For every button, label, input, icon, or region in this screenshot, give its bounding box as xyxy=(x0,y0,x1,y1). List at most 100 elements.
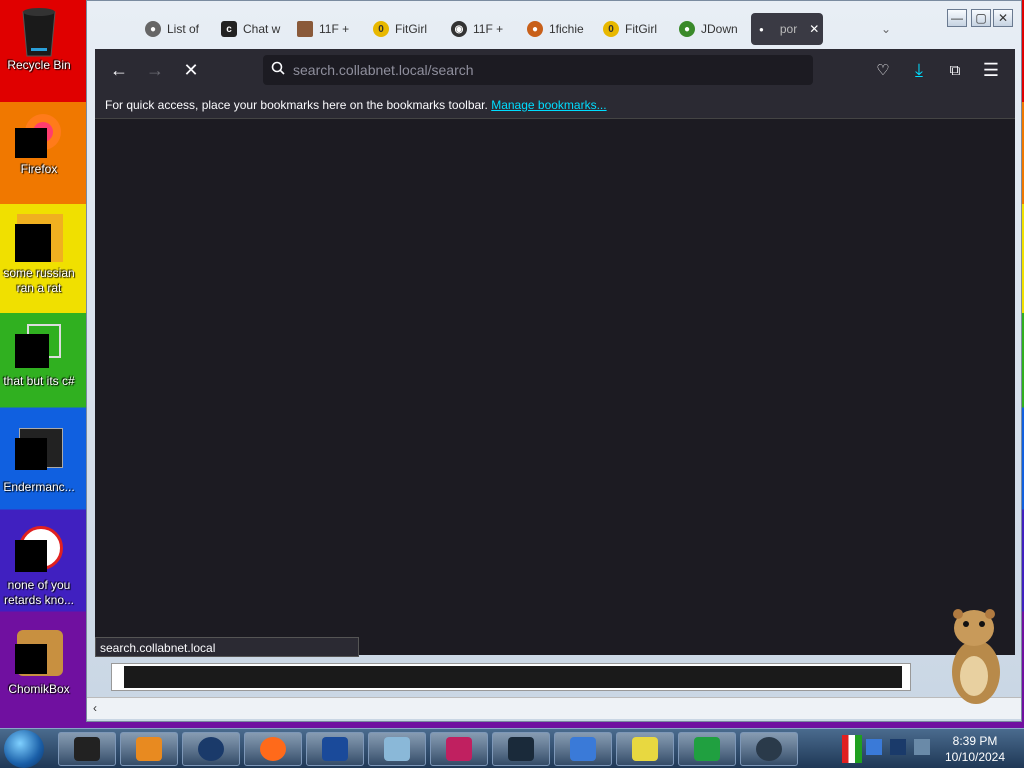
taskbar-app-3[interactable] xyxy=(182,732,240,766)
tab-label: List of xyxy=(167,22,200,36)
desktop-icon-csharp[interactable]: that but its c# xyxy=(0,322,78,389)
loading-dot-icon: ● xyxy=(759,24,764,34)
tab-list-of[interactable]: ● List of xyxy=(145,13,215,45)
desktop-icon-firefox[interactable]: Firefox xyxy=(0,110,78,177)
fitgirl-icon: 0 xyxy=(373,21,389,37)
browser-window: ● List of c Chat w 11F + 0 FitGirl ◉ 11F… xyxy=(86,0,1022,722)
app-icon xyxy=(198,737,224,761)
start-button[interactable] xyxy=(4,730,44,768)
tray-app-icon[interactable] xyxy=(866,739,882,755)
gamepad-icon: ◉ xyxy=(451,21,467,37)
maximize-icon: ▢ xyxy=(975,11,987,25)
pocket-icon: ♡ xyxy=(876,62,890,79)
background-window xyxy=(111,663,911,691)
tray-network-icon[interactable] xyxy=(890,739,906,755)
desktop-icon-recycle-bin[interactable]: Recycle Bin xyxy=(0,6,78,73)
app-icon xyxy=(74,737,100,761)
desktop-icon-label: some russian ran a rat xyxy=(3,266,75,295)
app-icon xyxy=(570,737,596,761)
tab-jdownloader[interactable]: ● JDown xyxy=(679,13,749,45)
desktop-icon-label: Recycle Bin xyxy=(7,58,71,72)
tab-active[interactable]: ● por ✕ xyxy=(751,13,823,45)
taskbar-firefox[interactable] xyxy=(244,732,302,766)
clock-time: 8:39 PM xyxy=(952,734,998,748)
shield-icon xyxy=(694,737,720,761)
maximize-button[interactable]: ▢ xyxy=(971,9,991,27)
tab-11f[interactable]: 11F + xyxy=(297,13,367,45)
taskbar-app-6[interactable] xyxy=(368,732,426,766)
tab-label: 11F + xyxy=(473,22,504,36)
chat-icon: c xyxy=(221,21,237,37)
taskbar-security[interactable] xyxy=(678,732,736,766)
desktop-icon-endermanch[interactable]: Endermanc... xyxy=(0,428,78,495)
menu-button[interactable]: ☰ xyxy=(979,59,1003,81)
clock[interactable]: 8:39 PM 10/10/2024 xyxy=(940,733,1010,765)
app-icon xyxy=(632,737,658,761)
desktop-icon-label: that but its c# xyxy=(3,374,75,388)
downloads-button[interactable]: ⤓ xyxy=(907,59,931,81)
github-icon: ● xyxy=(145,21,161,37)
close-tab-icon[interactable]: ✕ xyxy=(809,22,819,36)
app-icon xyxy=(508,737,534,761)
tray-volume-icon[interactable] xyxy=(914,739,930,755)
back-arrow-icon: ← xyxy=(110,59,128,80)
page-content xyxy=(95,119,1015,655)
tab-label: 11F + xyxy=(319,22,350,36)
status-bar: search.collabnet.local xyxy=(95,637,359,657)
extensions-button[interactable]: ⧉ xyxy=(943,59,967,81)
tab-1fichier[interactable]: ● 1fichie xyxy=(527,13,597,45)
app-icon xyxy=(384,737,410,761)
forward-arrow-icon: → xyxy=(146,59,164,80)
fichier-icon: ● xyxy=(527,21,543,37)
desktop-icon-chomikbox[interactable]: ChomikBox xyxy=(0,630,78,697)
back-button[interactable]: ← xyxy=(107,59,131,81)
app-icon xyxy=(322,737,348,761)
url-input[interactable] xyxy=(293,62,793,78)
media-player-icon xyxy=(136,737,162,761)
stop-button[interactable]: ✕ xyxy=(179,59,203,81)
taskbar-media-player[interactable] xyxy=(120,732,178,766)
horizontal-scrollbar[interactable]: ‹ xyxy=(87,697,1021,719)
firefox-icon xyxy=(260,737,286,761)
search-icon xyxy=(263,61,293,79)
url-bar[interactable] xyxy=(263,55,813,85)
clock-date: 10/10/2024 xyxy=(944,750,1006,764)
fitgirl-icon: 0 xyxy=(603,21,619,37)
taskbar-app-7[interactable] xyxy=(430,732,488,766)
taskbar-app-9[interactable] xyxy=(554,732,612,766)
desktop-icon-russian[interactable]: some russian ran a rat xyxy=(0,214,78,296)
scroll-left-icon[interactable]: ‹ xyxy=(93,701,97,715)
desktop-icon-label: ChomikBox xyxy=(8,682,70,696)
tab-fitgirl[interactable]: 0 FitGirl xyxy=(373,13,443,45)
bookmarks-toolbar: For quick access, place your bookmarks h… xyxy=(95,91,1015,119)
tab-label: por xyxy=(779,22,798,36)
tab-11f-2[interactable]: ◉ 11F + xyxy=(451,13,521,45)
taskbar-app-12[interactable] xyxy=(740,732,798,766)
taskbar-app-10[interactable] xyxy=(616,732,674,766)
tray-flag-icon[interactable] xyxy=(842,735,862,763)
hamburger-menu-icon: ☰ xyxy=(982,59,1000,80)
minimize-button[interactable]: — xyxy=(947,9,967,27)
jdownloader-icon: ● xyxy=(679,21,695,37)
window-icon xyxy=(15,428,63,476)
tab-label: JDown xyxy=(701,22,738,36)
close-button[interactable]: ✕ xyxy=(993,9,1013,27)
app-icon xyxy=(446,737,472,761)
tab-label: 1fichie xyxy=(549,22,584,36)
list-all-tabs-button[interactable]: ⌄ xyxy=(881,13,901,45)
hamster-mascot xyxy=(944,606,1008,706)
avatar-icon xyxy=(297,21,313,37)
desktop-icon-none-of-you[interactable]: none of you retards kno... xyxy=(0,526,78,608)
app-icon xyxy=(15,214,63,262)
forward-button[interactable]: → xyxy=(143,59,167,81)
manage-bookmarks-link[interactable]: Manage bookmarks... xyxy=(491,98,606,112)
app-icon xyxy=(15,526,63,574)
tab-fitgirl-2[interactable]: 0 FitGirl xyxy=(603,13,673,45)
pocket-button[interactable]: ♡ xyxy=(871,59,895,81)
puzzle-icon: ⧉ xyxy=(949,61,961,79)
taskbar-app-8[interactable] xyxy=(492,732,550,766)
taskbar: 8:39 PM 10/10/2024 xyxy=(0,728,1024,768)
taskbar-app-1[interactable] xyxy=(58,732,116,766)
taskbar-app-5[interactable] xyxy=(306,732,364,766)
tab-chat[interactable]: c Chat w xyxy=(221,13,291,45)
